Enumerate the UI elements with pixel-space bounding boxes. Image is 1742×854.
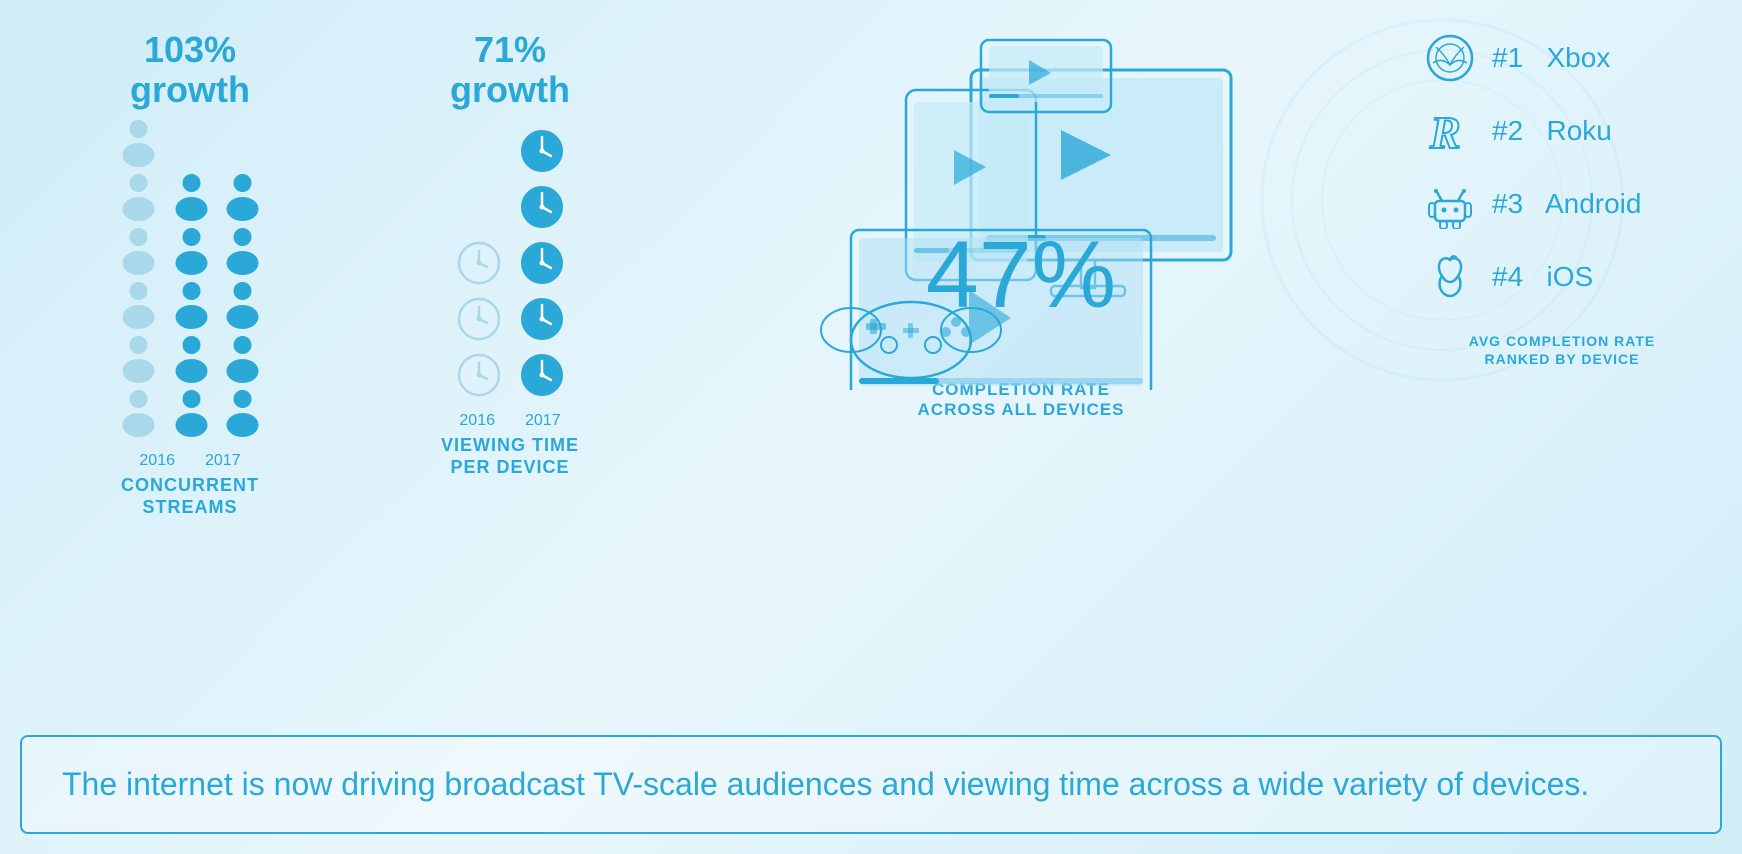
device-item-android: #3 Android bbox=[1422, 176, 1702, 231]
person-icon bbox=[116, 225, 161, 275]
viewing-year-row: 2016 2017 bbox=[459, 407, 560, 430]
clock-icon-light bbox=[455, 351, 503, 399]
person-icon bbox=[116, 279, 161, 329]
people-2017-columns bbox=[169, 171, 265, 437]
clock-icon-dark bbox=[518, 183, 566, 231]
xbox-rank-name: #1 Xbox bbox=[1492, 42, 1610, 74]
concurrent-growth-label: 103% growth bbox=[130, 30, 250, 109]
person-icon bbox=[220, 171, 265, 221]
people-2017-col1 bbox=[169, 171, 214, 437]
person-icon bbox=[220, 387, 265, 437]
clock-grid bbox=[455, 127, 566, 399]
ios-apple-icon bbox=[1425, 252, 1475, 302]
svg-text:R: R bbox=[1429, 107, 1461, 156]
device-item-ios: #4 iOS bbox=[1422, 249, 1702, 304]
roku-rank-name: #2 Roku bbox=[1492, 115, 1612, 147]
clocks-2016 bbox=[455, 239, 503, 399]
xbox-icon bbox=[1425, 33, 1475, 83]
concurrent-year-2017: 2017 bbox=[205, 452, 241, 470]
person-icon bbox=[116, 117, 161, 167]
bottom-quote-section: The internet is now driving broadcast TV… bbox=[20, 735, 1722, 834]
clock-icon-dark bbox=[518, 239, 566, 287]
ios-rank-name: #4 iOS bbox=[1492, 261, 1593, 293]
clock-icon-light bbox=[455, 295, 503, 343]
person-icon bbox=[220, 225, 265, 275]
person-icon bbox=[169, 387, 214, 437]
roku-icon-wrap: R bbox=[1422, 103, 1477, 158]
person-icon bbox=[169, 225, 214, 275]
top-section: 103% growth bbox=[20, 20, 1722, 720]
concurrent-year-2016: 2016 bbox=[139, 452, 175, 470]
clock-icon-dark bbox=[518, 351, 566, 399]
devices-section: 47% COMPLETION RATE ACROSS ALL DEVICES bbox=[660, 20, 1382, 430]
clock-icon-light bbox=[455, 239, 503, 287]
concurrent-year-row: 2016 2017 bbox=[139, 447, 240, 470]
viewing-year-2017: 2017 bbox=[525, 412, 561, 430]
ranked-section: #1 Xbox R #2 Roku bbox=[1402, 20, 1722, 378]
person-icon bbox=[116, 387, 161, 437]
viewing-time-section: 71% growth bbox=[380, 20, 640, 488]
device-item-roku: R #2 Roku bbox=[1422, 103, 1702, 158]
person-icon bbox=[169, 171, 214, 221]
people-2017-col2 bbox=[220, 171, 265, 437]
people-2016-column bbox=[116, 117, 161, 437]
person-icon bbox=[169, 333, 214, 383]
ios-icon-wrap bbox=[1422, 249, 1477, 304]
person-icon bbox=[220, 279, 265, 329]
android-icon bbox=[1425, 179, 1475, 229]
bottom-quote-text: The internet is now driving broadcast TV… bbox=[62, 762, 1680, 807]
concurrent-section-label: CONCURRENT STREAMS bbox=[121, 475, 259, 518]
main-container: 103% growth bbox=[0, 0, 1742, 854]
clock-icon-dark bbox=[518, 295, 566, 343]
concurrent-streams-section: 103% growth bbox=[20, 20, 360, 528]
person-icon bbox=[116, 171, 161, 221]
devices-illustration bbox=[771, 30, 1271, 390]
device-item-xbox: #1 Xbox bbox=[1422, 30, 1702, 85]
person-icon bbox=[220, 333, 265, 383]
person-icon bbox=[116, 333, 161, 383]
roku-icon: R bbox=[1425, 106, 1475, 156]
android-rank-name: #3 Android bbox=[1492, 188, 1641, 220]
clocks-2017 bbox=[518, 127, 566, 399]
viewing-year-2016: 2016 bbox=[459, 412, 495, 430]
devices-wrapper: 47% bbox=[771, 30, 1271, 390]
android-icon-wrap bbox=[1422, 176, 1477, 231]
viewing-section-label: VIEWING TIME PER DEVICE bbox=[441, 435, 579, 478]
ranked-footer-label: AVG COMPLETION RATE RANKED BY DEVICE bbox=[1422, 332, 1702, 368]
completion-rate-value: 47% bbox=[926, 221, 1116, 330]
clock-icon-dark bbox=[518, 127, 566, 175]
viewing-growth-label: 71% growth bbox=[450, 30, 570, 109]
person-icon bbox=[169, 279, 214, 329]
xbox-icon-wrap bbox=[1422, 30, 1477, 85]
people-grid bbox=[116, 117, 265, 437]
